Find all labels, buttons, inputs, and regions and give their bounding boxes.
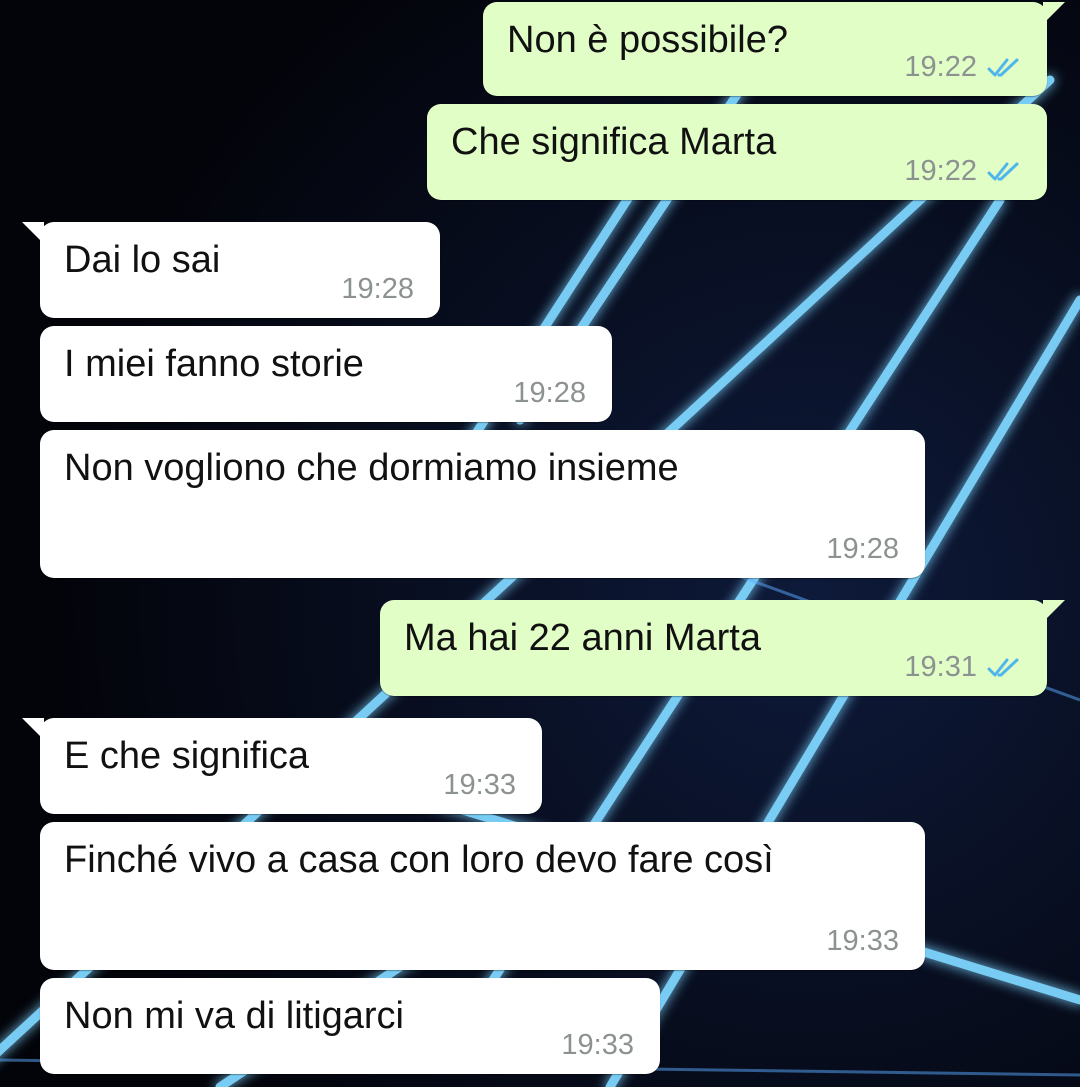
message-time: 19:33 xyxy=(561,1029,634,1061)
message-bubble-incoming[interactable]: I miei fanno storie 19:28 xyxy=(40,326,612,422)
message-bubble-incoming[interactable]: Non vogliono che dormiamo insieme 19:28 xyxy=(40,430,925,578)
message-text: Finché vivo a casa con loro devo fare co… xyxy=(64,839,774,881)
message-time: 19:31 xyxy=(904,651,977,683)
message-bubble-incoming[interactable]: Finché vivo a casa con loro devo fare co… xyxy=(40,822,925,970)
message-time: 19:22 xyxy=(904,51,977,83)
message-text: Ma hai 22 anni Marta xyxy=(404,617,761,659)
message-meta: 19:22 xyxy=(904,155,1021,188)
message-time: 19:33 xyxy=(826,925,899,957)
message-bubble-outgoing[interactable]: Ma hai 22 anni Marta 19:31 xyxy=(380,600,1065,696)
message-time: 19:33 xyxy=(443,769,516,801)
bubble-tail xyxy=(1043,600,1065,622)
bubble-tail xyxy=(22,222,44,244)
message-text: E che significa xyxy=(64,735,310,777)
message-text: Non è possibile? xyxy=(507,19,788,61)
message-time: 19:28 xyxy=(513,377,586,409)
message-meta: 19:22 xyxy=(904,51,1021,84)
message-meta: 19:28 xyxy=(513,377,586,410)
message-text: Dai lo sai xyxy=(64,239,221,281)
double-check-icon xyxy=(987,658,1019,676)
message-meta: 19:33 xyxy=(561,1029,634,1062)
double-check-icon xyxy=(987,162,1019,180)
bubble-tail xyxy=(1043,2,1065,24)
bubble-tail xyxy=(22,718,44,740)
message-meta: 19:31 xyxy=(904,651,1021,684)
message-text: Non mi va di litigarci xyxy=(64,995,404,1037)
message-text: I miei fanno storie xyxy=(64,343,364,385)
message-bubble-incoming[interactable]: E che significa 19:33 xyxy=(22,718,542,814)
double-check-icon xyxy=(987,58,1019,76)
message-meta: 19:28 xyxy=(826,533,899,566)
message-meta: 19:28 xyxy=(341,273,414,306)
message-bubble-incoming[interactable]: Non mi va di litigarci 19:33 xyxy=(40,978,660,1074)
message-text: Che significa Marta xyxy=(451,121,777,163)
message-meta: 19:33 xyxy=(826,925,899,958)
message-bubble-outgoing[interactable]: Non è possibile? 19:22 xyxy=(483,2,1065,96)
message-bubble-incoming[interactable]: Dai lo sai 19:28 xyxy=(22,222,440,318)
message-bubble-outgoing[interactable]: Che significa Marta 19:22 xyxy=(427,104,1047,200)
message-time: 19:22 xyxy=(904,155,977,187)
message-time: 19:28 xyxy=(826,533,899,565)
message-text: Non vogliono che dormiamo insieme xyxy=(64,447,679,489)
message-meta: 19:33 xyxy=(443,769,516,802)
message-time: 19:28 xyxy=(341,273,414,305)
